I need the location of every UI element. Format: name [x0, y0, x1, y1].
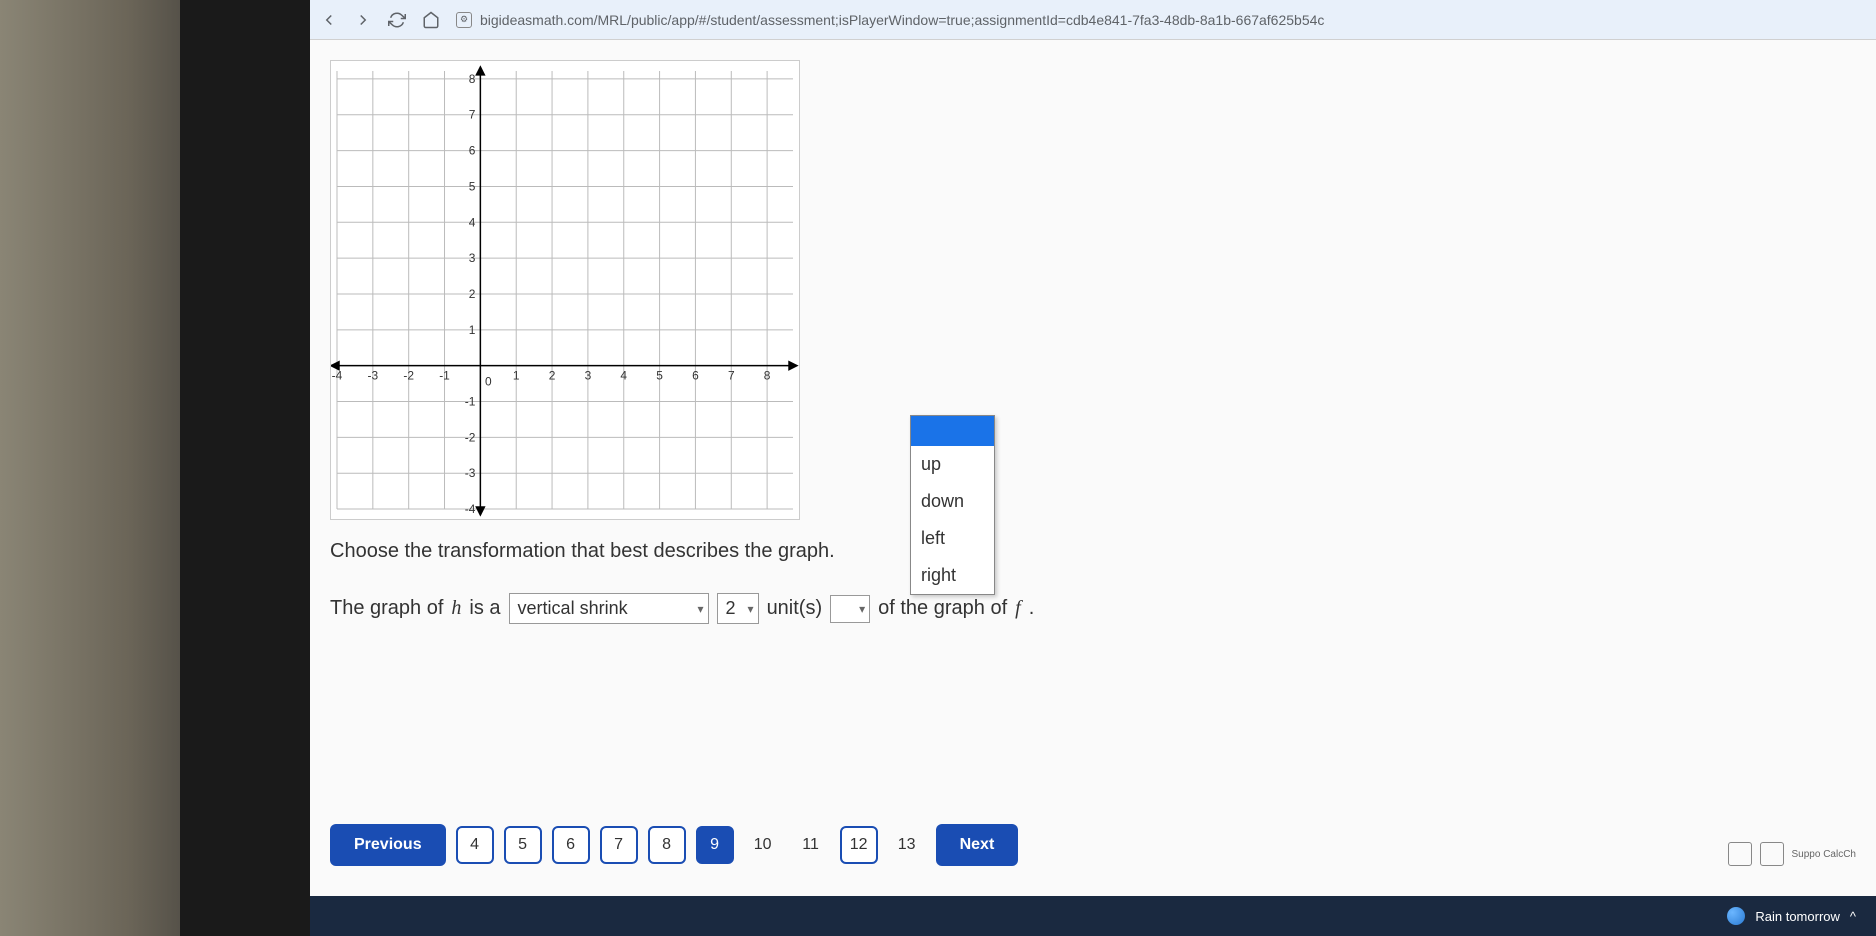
pagination-bar: Previous 4 5 6 7 8 9 10 11 12 13 Next [330, 824, 1856, 866]
svg-text:-1: -1 [465, 394, 476, 408]
direction-dropdown-menu: up down left right [910, 415, 995, 595]
function-f: f [1015, 597, 1021, 620]
tool-icon-2[interactable] [1760, 842, 1784, 866]
page-12-button[interactable]: 12 [840, 826, 878, 864]
svg-text:3: 3 [469, 251, 476, 265]
weather-text: Rain tomorrow [1755, 909, 1840, 924]
svg-text:-4: -4 [332, 369, 343, 383]
svg-text:7: 7 [728, 369, 735, 383]
windows-taskbar: Rain tomorrow ^ [310, 896, 1876, 936]
sentence-text: . [1029, 597, 1035, 620]
page-13-label[interactable]: 13 [888, 836, 926, 854]
direction-select[interactable] [830, 595, 870, 623]
page-10-label[interactable]: 10 [744, 836, 782, 854]
dropdown-option-left[interactable]: left [911, 520, 994, 557]
url-text: bigideasmath.com/MRL/public/app/#/studen… [480, 12, 1324, 28]
svg-text:7: 7 [469, 108, 476, 122]
page-7-button[interactable]: 7 [600, 826, 638, 864]
svg-text:2: 2 [469, 287, 476, 301]
side-tools: Suppo CalcCh [1728, 842, 1856, 866]
svg-text:8: 8 [469, 72, 476, 86]
svg-text:-1: -1 [439, 369, 450, 383]
svg-text:5: 5 [469, 179, 476, 193]
weather-icon[interactable] [1727, 907, 1745, 925]
home-icon[interactable] [422, 11, 440, 29]
sentence-text: of the graph of [878, 597, 1007, 620]
question-prompt: Choose the transformation that best desc… [330, 540, 1856, 563]
svg-text:-2: -2 [465, 430, 476, 444]
page-8-button[interactable]: 8 [648, 826, 686, 864]
svg-text:1: 1 [513, 369, 520, 383]
units-label: unit(s) [767, 597, 823, 620]
tool-icon-1[interactable] [1728, 842, 1752, 866]
reload-icon[interactable] [388, 11, 406, 29]
dropdown-option-right[interactable]: right [911, 557, 994, 594]
svg-text:-2: -2 [403, 369, 414, 383]
page-9-button[interactable]: 9 [696, 826, 734, 864]
page-5-button[interactable]: 5 [504, 826, 542, 864]
back-icon[interactable] [320, 11, 338, 29]
function-h: h [451, 597, 461, 620]
svg-text:3: 3 [585, 369, 592, 383]
sentence-text: The graph of [330, 597, 443, 620]
coordinate-graph: -4 -3 -2 -1 0 1 2 3 4 5 6 7 8 1 2 [330, 60, 800, 520]
transformation-select[interactable]: vertical shrink [509, 593, 709, 624]
dropdown-option-down[interactable]: down [911, 483, 994, 520]
svg-text:-3: -3 [368, 369, 379, 383]
page-11-label[interactable]: 11 [792, 836, 830, 854]
svg-text:6: 6 [469, 144, 476, 158]
page-4-button[interactable]: 4 [456, 826, 494, 864]
svg-text:5: 5 [656, 369, 663, 383]
svg-text:-4: -4 [465, 502, 476, 516]
page-6-button[interactable]: 6 [552, 826, 590, 864]
svg-text:-3: -3 [465, 466, 476, 480]
svg-text:2: 2 [549, 369, 556, 383]
svg-text:0: 0 [485, 375, 492, 389]
chevron-up-icon[interactable]: ^ [1850, 909, 1856, 924]
answer-sentence: The graph of h is a vertical shrink 2 un… [330, 593, 1856, 624]
svg-text:4: 4 [620, 369, 627, 383]
svg-text:6: 6 [692, 369, 699, 383]
dropdown-option-blank[interactable] [911, 416, 994, 446]
previous-button[interactable]: Previous [330, 824, 446, 866]
side-label: Suppo CalcCh [1792, 849, 1856, 860]
browser-toolbar: ⚙ bigideasmath.com/MRL/public/app/#/stud… [310, 0, 1876, 40]
forward-icon[interactable] [354, 11, 372, 29]
units-count-select[interactable]: 2 [717, 593, 759, 624]
dropdown-option-up[interactable]: up [911, 446, 994, 483]
sentence-text: is a [469, 597, 500, 620]
svg-text:1: 1 [469, 323, 476, 337]
svg-text:4: 4 [469, 215, 476, 229]
svg-text:8: 8 [764, 369, 771, 383]
site-settings-icon[interactable]: ⚙ [456, 12, 472, 28]
next-button[interactable]: Next [936, 824, 1019, 866]
